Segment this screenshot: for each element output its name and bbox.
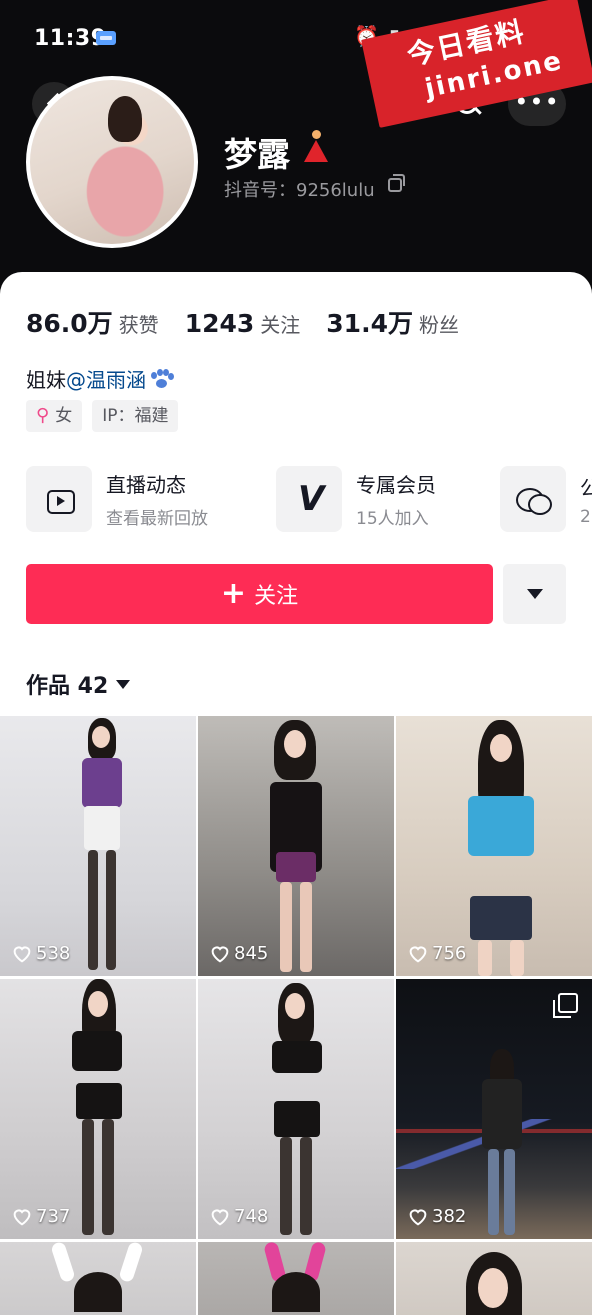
video-thumbnail[interactable]: 756: [396, 716, 592, 976]
followers-count[interactable]: 31.4万: [326, 304, 413, 340]
following-count[interactable]: 1243: [185, 309, 255, 338]
heart-icon: [211, 946, 229, 963]
avatar[interactable]: [26, 76, 198, 248]
heart-icon: [409, 946, 427, 963]
likes-count[interactable]: 86.0万: [26, 304, 113, 340]
profile-stats: 86.0万 获赞 1243 关注 31.4万 粉丝: [26, 304, 485, 340]
multi-image-icon: [553, 993, 578, 1018]
feature-row: 直播动态 查看最新回放 V 专属会员 15人加入 公 2: [26, 466, 592, 534]
feature-live-title: 直播动态: [106, 473, 186, 497]
heart-icon: [13, 1209, 31, 1226]
video-thumbnail[interactable]: 737: [0, 979, 196, 1239]
feature-chat-subtitle: 2: [580, 506, 591, 527]
like-count-value: 538: [36, 943, 71, 964]
works-label: 作品 42: [26, 674, 109, 699]
followers-label: 粉丝: [418, 313, 459, 337]
video-thumbnail[interactable]: 382: [396, 979, 592, 1239]
heart-icon: [13, 946, 31, 963]
works-tab[interactable]: 作品 42: [26, 668, 131, 700]
likes-label: 获赞: [118, 313, 159, 337]
feature-membership[interactable]: V 专属会员 15人加入: [276, 466, 436, 532]
video-thumbnail[interactable]: [0, 1242, 196, 1315]
following-label: 关注: [260, 313, 301, 337]
caret-down-icon: [116, 679, 131, 689]
video-thumbnail[interactable]: 748: [198, 979, 394, 1239]
bio: 姐妹@温雨涵: [26, 364, 174, 393]
plus-icon: +: [220, 576, 247, 611]
sim-icon: [96, 31, 116, 45]
bio-text: 姐妹: [26, 368, 66, 392]
watermark-logo: 今日看料 jinri.one: [361, 0, 592, 128]
female-icon: ⚲: [36, 405, 50, 426]
video-thumbnail[interactable]: 538: [0, 716, 196, 976]
feature-membership-subtitle: 15人加入: [356, 509, 429, 529]
like-count: 756: [408, 943, 466, 964]
feature-live-subtitle: 查看最新回放: [106, 509, 208, 529]
feature-group-chat[interactable]: 公 2: [500, 466, 592, 532]
like-count-value: 382: [432, 1206, 467, 1227]
follow-dropdown-button[interactable]: [503, 564, 566, 624]
ip-tag: IP：福建: [92, 400, 179, 432]
profile-header: 11:39 ⏰▮ ••• 今日看料 jinri.one 梦露 抖音号：9256l…: [0, 0, 592, 300]
profile-sheet: 86.0万 获赞 1243 关注 31.4万 粉丝 姐妹@温雨涵 ⚲ 女 IP：福…: [0, 272, 592, 1315]
like-count-value: 737: [36, 1206, 71, 1227]
feature-chat-title: 公: [580, 475, 592, 500]
tv-icon: [26, 466, 92, 532]
bio-mention-link[interactable]: @温雨涵: [66, 368, 146, 392]
vip-icon: V: [276, 466, 342, 532]
gender-tag: ⚲ 女: [26, 400, 83, 432]
feature-live[interactable]: 直播动态 查看最新回放: [26, 466, 208, 532]
video-thumbnail[interactable]: 845: [198, 716, 394, 976]
like-count-value: 756: [432, 943, 467, 964]
douyin-id: 抖音号：9256lulu: [224, 180, 375, 201]
chat-icon: [500, 466, 566, 532]
video-thumbnail[interactable]: [396, 1242, 592, 1315]
video-thumbnail[interactable]: [198, 1242, 394, 1315]
profile-tags: ⚲ 女 IP：福建: [26, 400, 179, 432]
gender-label: 女: [55, 406, 73, 426]
follow-button[interactable]: + 关注: [26, 564, 493, 624]
like-count: 382: [408, 1206, 466, 1227]
like-count: 737: [12, 1206, 70, 1227]
heart-icon: [409, 1209, 427, 1226]
paw-emoji-icon: [149, 369, 174, 389]
like-count: 748: [210, 1206, 268, 1227]
like-count-value: 748: [234, 1206, 269, 1227]
copy-icon[interactable]: [388, 174, 405, 192]
like-count: 845: [210, 943, 268, 964]
dancer-emoji-icon: [300, 130, 330, 164]
profile-name: 梦露: [224, 135, 290, 174]
follow-label: 关注: [254, 584, 299, 609]
feature-membership-title: 专属会员: [356, 473, 436, 497]
heart-icon: [211, 1209, 229, 1226]
like-count: 538: [12, 943, 70, 964]
like-count-value: 845: [234, 943, 269, 964]
